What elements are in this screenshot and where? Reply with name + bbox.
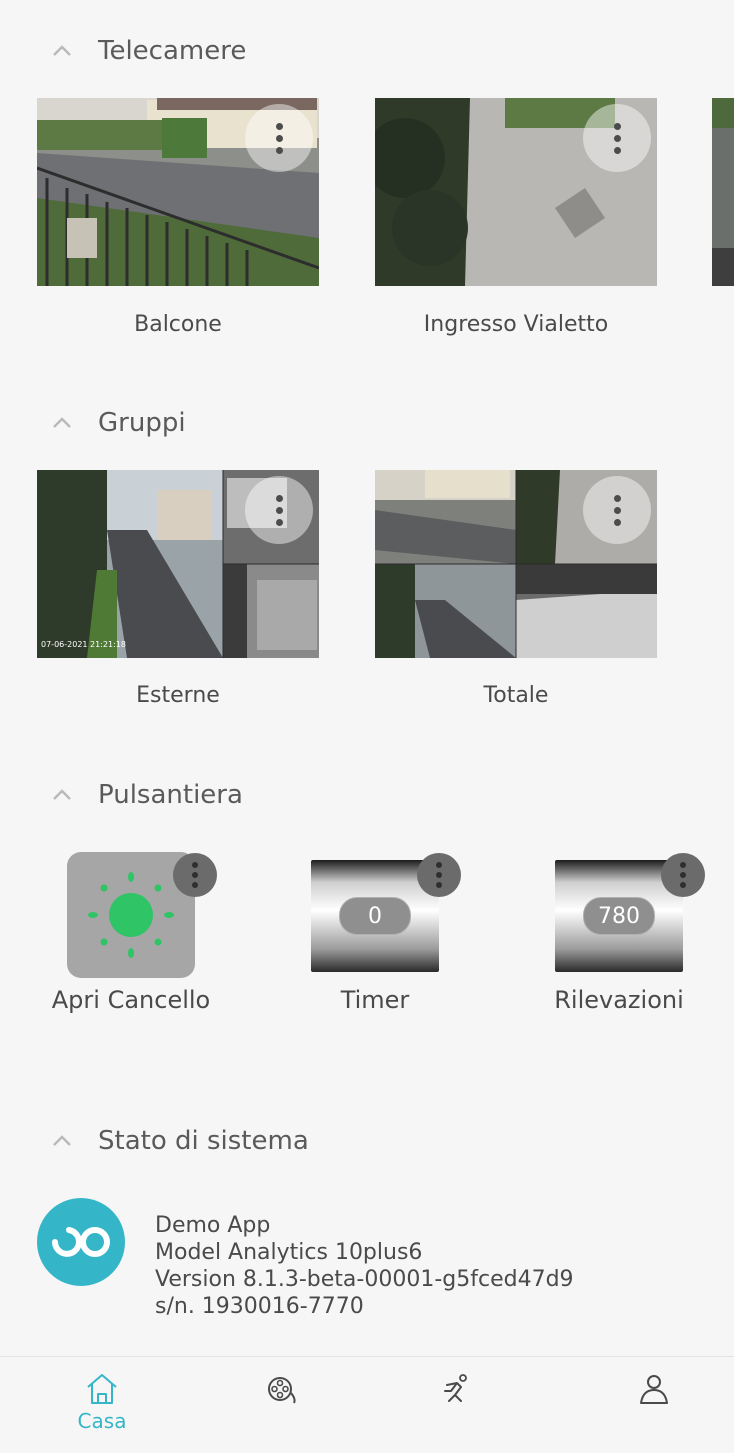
system-version: Version 8.1.3-beta-00001-g5fced47d9 <box>155 1267 574 1292</box>
section-header-cameras[interactable]: Telecamere <box>48 36 246 66</box>
system-logo <box>37 1198 125 1286</box>
button-label: Rilevazioni <box>554 986 684 1014</box>
nav-label: Casa <box>77 1409 127 1433</box>
section-title: Gruppi <box>98 408 186 438</box>
section-title: Stato di sistema <box>98 1126 309 1156</box>
more-options-icon[interactable] <box>245 476 313 544</box>
system-model: Model Analytics 10plus6 <box>155 1240 423 1265</box>
more-options-icon[interactable] <box>583 104 651 172</box>
system-info: Demo App Model Analytics 10plus6 Version… <box>155 1212 574 1320</box>
section-header-system[interactable]: Stato di sistema <box>48 1126 309 1156</box>
group-label: Totale <box>483 683 549 708</box>
chevron-up-icon[interactable] <box>48 409 76 437</box>
group-label: Esterne <box>136 683 220 708</box>
film-reel-icon <box>268 1377 296 1404</box>
sun-icon <box>88 872 174 958</box>
user-icon <box>640 1375 668 1404</box>
system-serial: s/n. 1930016-7770 <box>155 1294 364 1319</box>
group-tile-esterne[interactable]: 07-06-2021 21:21:18 <box>37 470 319 658</box>
section-title: Pulsantiera <box>98 780 243 810</box>
nav-item-events[interactable] <box>407 1371 507 1407</box>
system-logo-icon <box>52 1227 110 1257</box>
button-label: Apri Cancello <box>51 986 211 1014</box>
rilevazioni-value: 780 <box>583 897 655 935</box>
section-title: Telecamere <box>98 36 247 66</box>
chevron-up-icon[interactable] <box>48 1127 76 1155</box>
camera-label: Balcone <box>134 312 222 337</box>
button-label: Timer <box>340 986 410 1014</box>
home-icon <box>87 1374 117 1404</box>
camera-tile-ingresso-vialetto[interactable] <box>375 98 657 286</box>
camera-snapshot <box>712 98 734 286</box>
more-options-icon[interactable] <box>583 476 651 544</box>
section-header-buttons[interactable]: Pulsantiera <box>48 780 243 810</box>
nav-item-recordings[interactable] <box>234 1371 334 1407</box>
more-options-icon[interactable] <box>245 104 313 172</box>
nav-item-profile[interactable] <box>604 1371 704 1407</box>
more-options-icon[interactable] <box>661 853 705 897</box>
section-header-groups[interactable]: Gruppi <box>48 408 186 438</box>
running-person-icon <box>444 1374 467 1402</box>
more-options-icon[interactable] <box>417 853 461 897</box>
nav-item-casa[interactable]: Casa <box>52 1371 152 1433</box>
camera-tile-balcone[interactable] <box>37 98 319 286</box>
group-tile-totale[interactable] <box>375 470 657 658</box>
timer-value: 0 <box>339 897 411 935</box>
chevron-up-icon[interactable] <box>48 781 76 809</box>
timestamp-overlay: 07-06-2021 21:21:18 <box>41 640 126 649</box>
camera-label: Ingresso Vialetto <box>423 312 609 337</box>
bottom-nav: Casa <box>0 1356 734 1453</box>
chevron-up-icon[interactable] <box>48 37 76 65</box>
camera-tile-partial[interactable] <box>712 98 734 286</box>
more-options-icon[interactable] <box>173 853 217 897</box>
system-name: Demo App <box>155 1213 271 1238</box>
